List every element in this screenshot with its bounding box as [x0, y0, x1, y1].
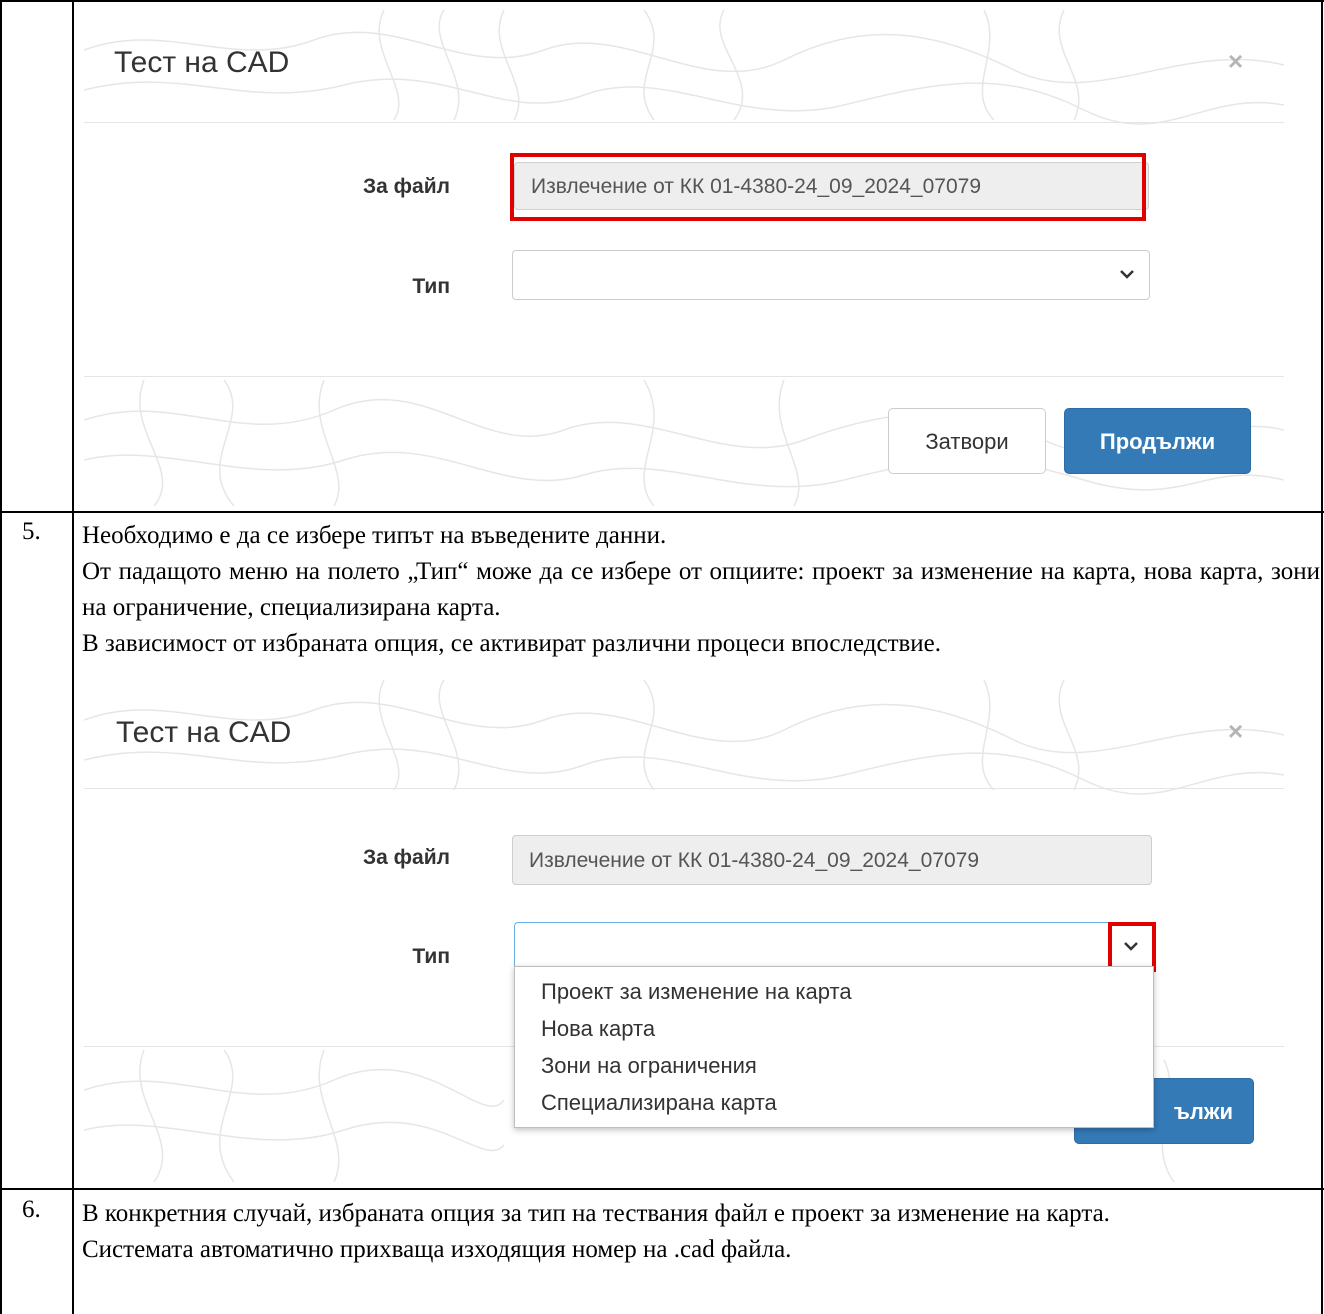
step-number: 6. [22, 1196, 41, 1223]
step-number: 5. [22, 518, 41, 545]
table-column-divider [72, 0, 74, 1314]
dropdown-option[interactable]: Проект за изменение на карта [515, 973, 1153, 1010]
modal-title: Тест на CAD [116, 716, 292, 749]
type-label: Тип [412, 275, 450, 298]
dropdown-option[interactable]: Специализирана карта [515, 1084, 1153, 1121]
modal-title: Тест на CAD [114, 46, 290, 79]
modal-screenshot-1: Тест на CAD × За файл Извлечение от КК 0… [84, 10, 1284, 506]
paragraph-line: В зависимост от избраната опция, се акти… [82, 630, 942, 657]
table-border-top [0, 0, 1324, 2]
file-label: За файл [363, 846, 450, 869]
type-select[interactable] [514, 922, 1154, 972]
close-button[interactable]: Затвори [888, 408, 1046, 474]
table-border-left [0, 0, 2, 1314]
document-page: Тест на CAD × За файл Извлечение от КК 0… [0, 0, 1324, 1314]
type-options-dropdown[interactable]: Проект за изменение на карта Нова карта … [514, 966, 1154, 1128]
table-border-right [1321, 0, 1323, 1314]
modal-footer-divider [84, 376, 1284, 377]
dropdown-option[interactable]: Зони на ограничения [515, 1047, 1153, 1084]
type-label: Тип [412, 945, 450, 968]
continue-button[interactable]: Продължи [1064, 408, 1251, 474]
dropdown-option[interactable]: Нова карта [515, 1010, 1153, 1047]
table-row-divider [0, 1188, 1324, 1190]
modal-header-divider [84, 122, 1284, 123]
step-5-text: Необходимо е да се избере типът на въвед… [82, 518, 1320, 662]
type-select[interactable] [512, 250, 1150, 300]
table-row-divider [0, 511, 1324, 513]
file-field: Извлечение от КК 01-4380-24_09_2024_0707… [512, 835, 1152, 885]
dropdown-arrow-highlight [1108, 922, 1156, 972]
step-6-text: В конкретния случай, избраната опция за … [82, 1196, 1320, 1268]
modal-screenshot-2: Тест на CAD × За файл Извлечение от КК 0… [84, 680, 1284, 1182]
close-icon[interactable]: × [1228, 716, 1243, 747]
paragraph-line: Необходимо е да се избере типът на въвед… [82, 522, 667, 549]
close-icon[interactable]: × [1228, 46, 1243, 77]
paragraph-line: Системата автоматично прихваща изходящия… [82, 1236, 792, 1263]
paragraph-line: От падащото меню на полето „Тип“ може да… [82, 558, 1320, 621]
chevron-down-icon [1120, 270, 1134, 279]
file-label: За файл [363, 175, 450, 198]
file-field-highlight [510, 153, 1146, 221]
paragraph-line: В конкретния случай, избраната опция за … [82, 1200, 1110, 1227]
modal-header-divider [84, 788, 1284, 789]
